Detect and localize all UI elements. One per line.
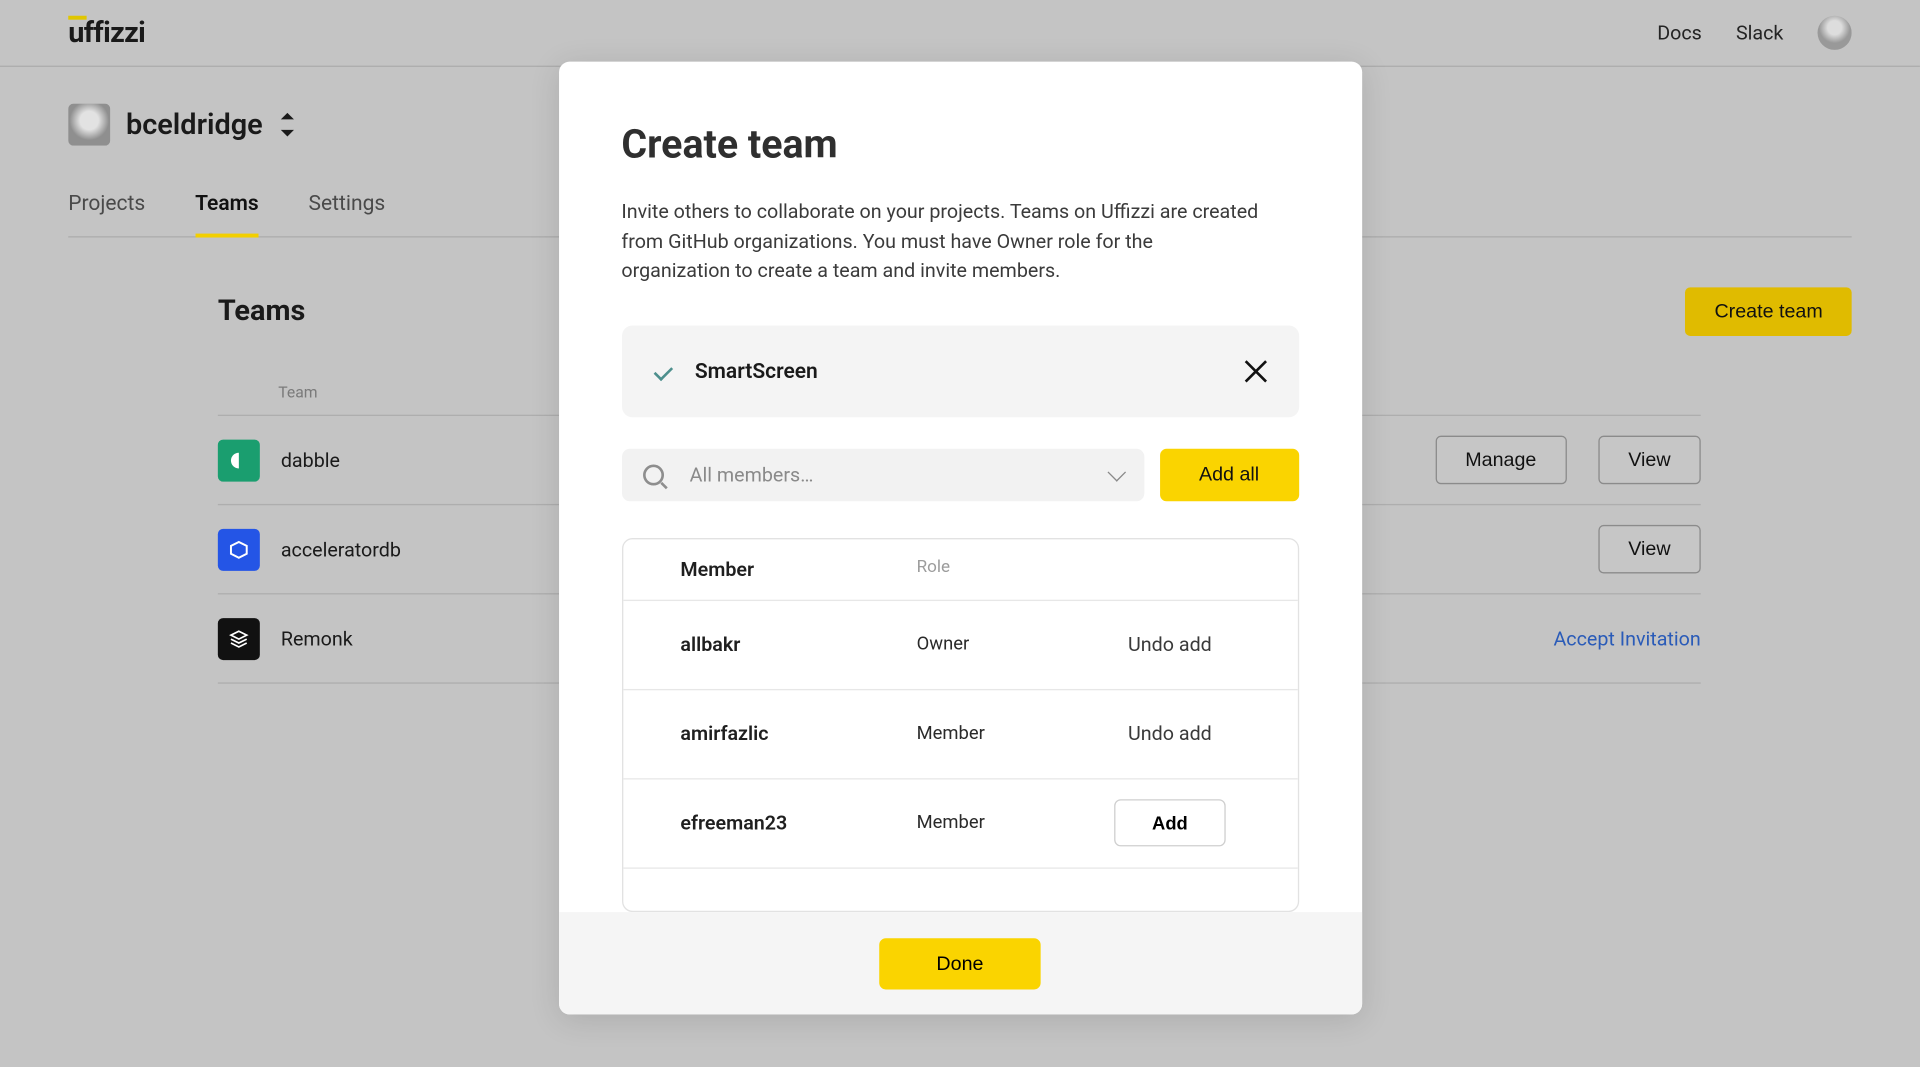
- modal-overlay: Create team Invite others to collaborate…: [0, 0, 1920, 1067]
- close-icon[interactable]: [1241, 356, 1270, 385]
- member-name: amirfazlic: [680, 722, 916, 746]
- selected-team-name: SmartScreen: [695, 358, 1241, 383]
- modal-footer: Done: [558, 912, 1361, 1014]
- member-role: Member: [917, 812, 1101, 833]
- modal-title: Create team: [621, 122, 1298, 168]
- add-all-button[interactable]: Add all: [1160, 448, 1299, 500]
- member-role: Member: [917, 723, 1101, 744]
- done-button[interactable]: Done: [879, 938, 1042, 989]
- member-row: amirfazlic Member Undo add: [623, 688, 1298, 777]
- selected-team-row: SmartScreen: [621, 325, 1298, 417]
- member-row: efreeman23 Member Add: [623, 778, 1298, 867]
- check-icon: [650, 358, 676, 384]
- member-row: allbakr Owner Undo add: [623, 599, 1298, 688]
- search-placeholder: All members…: [690, 463, 1110, 487]
- member-search-dropdown[interactable]: All members…: [621, 448, 1143, 500]
- member-name: efreeman23: [680, 811, 916, 835]
- add-member-button[interactable]: Add: [1114, 799, 1226, 846]
- member-row-partial: [623, 867, 1298, 893]
- create-team-modal: Create team Invite others to collaborate…: [558, 62, 1361, 1015]
- undo-add-link[interactable]: Undo add: [1128, 722, 1212, 746]
- member-column-header: Member: [680, 557, 916, 581]
- member-name: allbakr: [680, 633, 916, 657]
- search-icon: [642, 464, 663, 485]
- member-role: Owner: [917, 634, 1101, 655]
- chevron-down-icon: [1107, 462, 1126, 481]
- undo-add-link[interactable]: Undo add: [1128, 633, 1212, 657]
- members-table: Member Role allbakr Owner Undo add amirf…: [621, 537, 1298, 912]
- role-column-header: Role: [917, 557, 950, 581]
- modal-description: Invite others to collaborate on your pro…: [621, 197, 1264, 286]
